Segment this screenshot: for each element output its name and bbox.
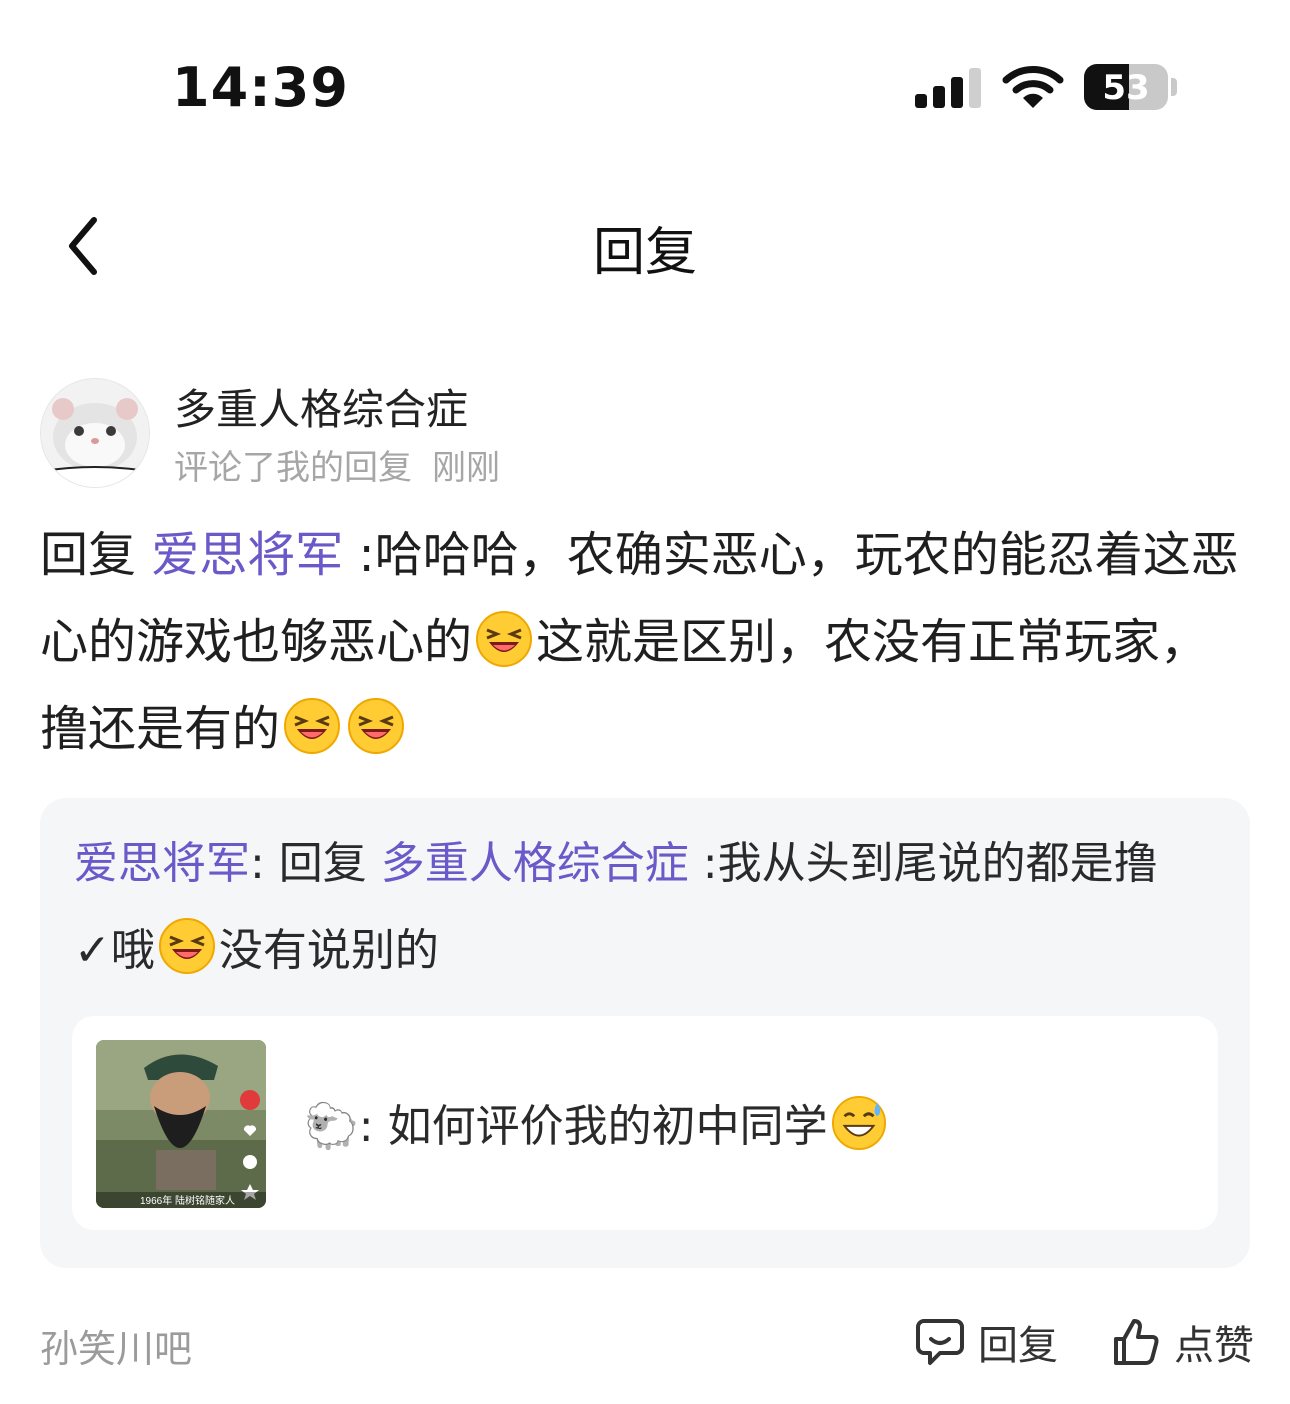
sweat-smile-emoji-icon — [831, 1095, 886, 1151]
laughing-emoji-icon — [158, 918, 215, 974]
post-card[interactable]: 1966年 陆树铭随家人 🐑: 如何评价我的初中同学 — [72, 1016, 1218, 1230]
comment-time: 刚刚 — [432, 448, 500, 488]
wifi-icon — [1002, 66, 1064, 108]
status-time: 14:39 — [172, 56, 349, 119]
reply-button[interactable]: 回复 — [916, 1312, 1058, 1372]
laughing-emoji-icon — [348, 698, 405, 754]
video-thumbnail-image: 1966年 陆树铭随家人 — [96, 1040, 266, 1208]
battery-icon: 53 — [1084, 64, 1168, 110]
comment-prefix: 回复 — [40, 527, 152, 583]
author-action: 评论了我的回复 — [174, 448, 412, 488]
page: 14:39 53 回复 多重人格综合症 评论了我的回复 刚刚 回复 爱思将军:… — [0, 0, 1290, 1404]
mention-link[interactable]: 爱思将军 — [151, 527, 343, 583]
author-meta: 评论了我的回复 刚刚 — [174, 440, 500, 489]
signal-icon — [915, 66, 981, 108]
reply-label: 回复 — [978, 1323, 1058, 1369]
author-name[interactable]: 多重人格综合症 — [174, 376, 468, 437]
hamster-avatar-image — [41, 379, 149, 487]
quoted-reply-text: 爱思将军: 回复 多重人格综合症 :我从头到尾说的都是撸✓哦 没有说别的 — [74, 820, 1194, 994]
battery-tip — [1171, 78, 1177, 96]
laughing-emoji-icon — [476, 611, 533, 667]
quoted-text-part2: 没有说别的 — [218, 925, 439, 976]
laughing-emoji-icon — [284, 698, 341, 754]
quoted-reply[interactable]: 爱思将军: 回复 多重人格综合症 :我从头到尾说的都是撸✓哦 没有说别的 196… — [40, 798, 1250, 1268]
post-title: 🐑: 如何评价我的初中同学 — [304, 1090, 890, 1154]
comment-text[interactable]: 回复 爱思将军 :哈哈哈，农确实恶心，玩农的能忍着这恶心的游戏也够恶心的 这就是区… — [40, 512, 1250, 773]
post-thumbnail[interactable]: 1966年 陆树铭随家人 — [96, 1040, 266, 1208]
forum-name[interactable]: 孙笑川吧 — [40, 1318, 192, 1373]
thumbnail-caption: 1966年 陆树铭随家人 — [140, 1194, 235, 1207]
quoted-mention-link[interactable]: 多重人格综合症 — [381, 838, 689, 889]
sheep-emoji-icon: 🐑 — [304, 1101, 359, 1152]
page-title: 回复 — [592, 223, 697, 283]
post-title-text: : 如何评价我的初中同学 — [358, 1101, 828, 1152]
like-button[interactable]: 点赞 — [1112, 1312, 1254, 1372]
quoted-sep: : 回复 — [250, 838, 381, 889]
avatar[interactable] — [40, 378, 150, 488]
quoted-user-link[interactable]: 爱思将军 — [74, 838, 250, 889]
comment-bubble-icon — [916, 1319, 964, 1365]
like-label: 点赞 — [1174, 1323, 1254, 1369]
battery-level: 53 — [1102, 68, 1150, 108]
thumbs-up-icon — [1114, 1319, 1159, 1365]
